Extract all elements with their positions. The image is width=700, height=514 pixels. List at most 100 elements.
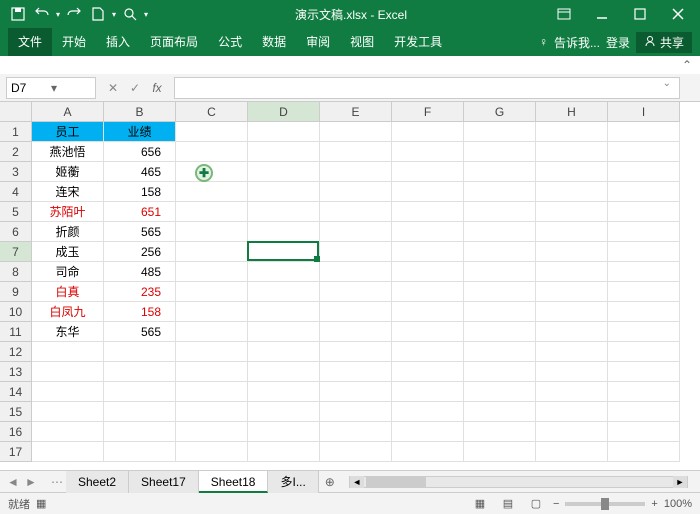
select-all-corner[interactable] [0,102,32,122]
cell-A7[interactable]: 成玉 [32,242,104,262]
cell-E7[interactable] [320,242,392,262]
cell-G15[interactable] [464,402,536,422]
name-box[interactable]: D7 ▾ [6,77,96,99]
cell-B17[interactable] [104,442,176,462]
cell-A2[interactable]: 燕池悟 [32,142,104,162]
cell-E3[interactable] [320,162,392,182]
cell-D11[interactable] [248,322,320,342]
row-header-16[interactable]: 16 [0,422,32,442]
row-header-5[interactable]: 5 [0,202,32,222]
cell-B14[interactable] [104,382,176,402]
sheet-tab-多I...[interactable]: 多I... [268,471,318,493]
cell-A8[interactable]: 司命 [32,262,104,282]
cell-E17[interactable] [320,442,392,462]
redo-icon[interactable] [64,4,84,24]
cell-D15[interactable] [248,402,320,422]
cell-I15[interactable] [608,402,680,422]
cell-H12[interactable] [536,342,608,362]
col-header-B[interactable]: B [104,102,176,122]
page-layout-view-icon[interactable]: ▤ [497,495,519,513]
cell-E11[interactable] [320,322,392,342]
tab-数据[interactable]: 数据 [252,28,296,56]
cell-D12[interactable] [248,342,320,362]
horizontal-scrollbar[interactable]: ◄ ► [349,476,688,488]
cell-F8[interactable] [392,262,464,282]
cell-C14[interactable] [176,382,248,402]
cell-C15[interactable] [176,402,248,422]
cell-C6[interactable] [176,222,248,242]
ribbon-opts-icon[interactable] [546,0,582,28]
cell-C2[interactable] [176,142,248,162]
row-header-6[interactable]: 6 [0,222,32,242]
add-sheet-icon[interactable]: ⊕ [319,475,341,489]
cell-C16[interactable] [176,422,248,442]
cell-B13[interactable] [104,362,176,382]
cell-C13[interactable] [176,362,248,382]
cell-F12[interactable] [392,342,464,362]
row-header-17[interactable]: 17 [0,442,32,462]
row-header-2[interactable]: 2 [0,142,32,162]
tab-视图[interactable]: 视图 [340,28,384,56]
sheet-nav-next-icon[interactable]: ► [22,475,40,489]
cell-C10[interactable] [176,302,248,322]
cell-F14[interactable] [392,382,464,402]
cell-A9[interactable]: 白真 [32,282,104,302]
cell-D17[interactable] [248,442,320,462]
cell-E5[interactable] [320,202,392,222]
cell-I1[interactable] [608,122,680,142]
cell-F7[interactable] [392,242,464,262]
col-header-G[interactable]: G [464,102,536,122]
row-header-15[interactable]: 15 [0,402,32,422]
zoom-level[interactable]: 100% [664,498,692,510]
cell-E14[interactable] [320,382,392,402]
cell-H3[interactable] [536,162,608,182]
cell-G10[interactable] [464,302,536,322]
cell-E6[interactable] [320,222,392,242]
scroll-left-icon[interactable]: ◄ [350,476,364,488]
cell-G14[interactable] [464,382,536,402]
cell-D8[interactable] [248,262,320,282]
cell-A12[interactable] [32,342,104,362]
maximize-icon[interactable] [622,0,658,28]
cell-E2[interactable] [320,142,392,162]
cell-I13[interactable] [608,362,680,382]
cell-B12[interactable] [104,342,176,362]
cell-G6[interactable] [464,222,536,242]
cell-G7[interactable] [464,242,536,262]
row-header-4[interactable]: 4 [0,182,32,202]
cell-D3[interactable] [248,162,320,182]
cell-G17[interactable] [464,442,536,462]
signin-label[interactable]: 登录 [606,34,630,51]
cell-C3[interactable] [176,162,248,182]
cell-B15[interactable] [104,402,176,422]
cell-D14[interactable] [248,382,320,402]
cancel-icon[interactable]: ✕ [104,79,122,97]
cell-F13[interactable] [392,362,464,382]
cell-C11[interactable] [176,322,248,342]
cell-G3[interactable] [464,162,536,182]
cell-B11[interactable]: 565 [104,322,176,342]
cell-H8[interactable] [536,262,608,282]
zoom-out-icon[interactable]: − [553,498,559,510]
cell-G4[interactable] [464,182,536,202]
cell-E4[interactable] [320,182,392,202]
col-header-H[interactable]: H [536,102,608,122]
cell-A3[interactable]: 姬蘅 [32,162,104,182]
scroll-thumb[interactable] [366,477,426,487]
cell-C4[interactable] [176,182,248,202]
cell-D6[interactable] [248,222,320,242]
cell-D5[interactable] [248,202,320,222]
cell-F6[interactable] [392,222,464,242]
cell-E12[interactable] [320,342,392,362]
cell-I9[interactable] [608,282,680,302]
cell-F15[interactable] [392,402,464,422]
cell-A11[interactable]: 东华 [32,322,104,342]
tab-审阅[interactable]: 审阅 [296,28,340,56]
col-header-C[interactable]: C [176,102,248,122]
zoom-thumb[interactable] [601,498,609,510]
zoom-slider[interactable] [565,502,645,506]
minimize-icon[interactable] [584,0,620,28]
cell-B7[interactable]: 256 [104,242,176,262]
zoom-in-icon[interactable]: + [651,498,657,510]
cell-A14[interactable] [32,382,104,402]
